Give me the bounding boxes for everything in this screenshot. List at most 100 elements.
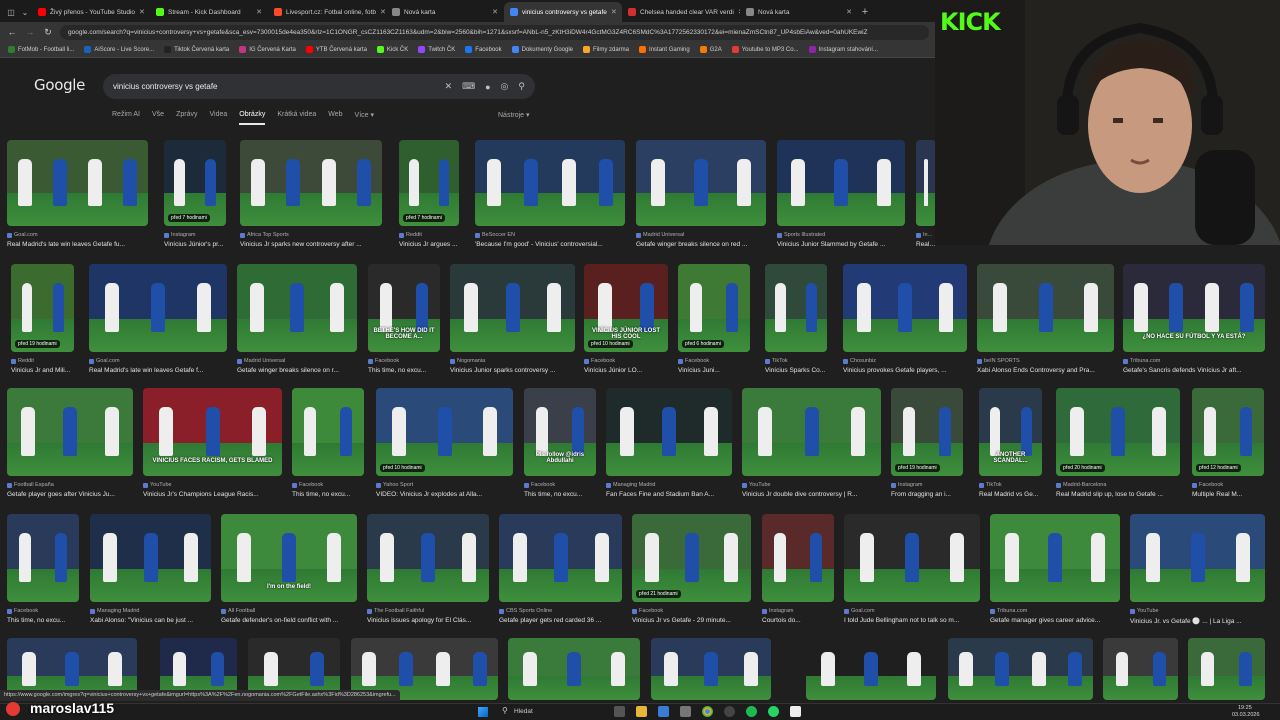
- result-source[interactable]: Madrid Universal: [237, 358, 357, 364]
- bookmark-item[interactable]: Instant Gaming: [639, 46, 690, 53]
- result-caption[interactable]: Vinícius Júnior's pr...: [164, 241, 226, 248]
- image-thumbnail[interactable]: [367, 514, 489, 602]
- image-thumbnail[interactable]: [777, 140, 905, 226]
- bookmark-item[interactable]: Youtube to MP3 Co...: [731, 46, 799, 53]
- result-source[interactable]: Yahoo Sport: [376, 482, 513, 488]
- result-source[interactable]: BeSoccer EN: [475, 232, 625, 238]
- tab-actions-icon[interactable]: ◫: [4, 2, 18, 22]
- bookmark-item[interactable]: Instagram stahování...: [808, 46, 878, 53]
- obs-icon[interactable]: [724, 706, 735, 717]
- result-source[interactable]: Instagram: [762, 608, 834, 614]
- settings-icon[interactable]: [680, 706, 691, 717]
- result-caption[interactable]: Getafe defender's on-field conflict with…: [221, 617, 357, 624]
- result-caption[interactable]: This time, no excu...: [524, 491, 596, 498]
- result-source[interactable]: YouTube: [1130, 608, 1265, 614]
- result-caption[interactable]: Vinicius Jr argues ...: [399, 241, 459, 248]
- result-source[interactable]: Africa Top Sports: [240, 232, 382, 238]
- result-source[interactable]: Nogomania: [450, 358, 575, 364]
- result-source[interactable]: Reddit: [399, 232, 459, 238]
- search-tab[interactable]: Obrázky: [239, 111, 266, 125]
- image-thumbnail[interactable]: před 21 hodinami: [632, 514, 751, 602]
- result-source[interactable]: Chosunbiz: [843, 358, 967, 364]
- search-tab[interactable]: Režim AI: [112, 111, 140, 125]
- result-caption[interactable]: Real Madrid slip up, lose to Getafe ...: [1056, 491, 1180, 498]
- result-source[interactable]: Goal.com: [7, 232, 148, 238]
- search-tab[interactable]: Videa: [209, 111, 227, 125]
- windows-start-icon[interactable]: [478, 707, 488, 717]
- tab-close-icon[interactable]: ✕: [611, 8, 617, 16]
- result-caption[interactable]: This time, no excu...: [368, 367, 440, 374]
- browser-tab[interactable]: Nová karta ✕: [740, 2, 858, 22]
- keyboard-icon[interactable]: ⌨: [462, 81, 475, 92]
- image-thumbnail[interactable]: před 7 hodinami: [164, 140, 226, 226]
- google-logo[interactable]: Google: [34, 76, 85, 94]
- result-caption[interactable]: VIDEO: Vinicius Jr explodes at Alla...: [376, 491, 513, 498]
- browser-tab[interactable]: vinicius controversy vs getafe ✕: [504, 2, 622, 22]
- browser-tab[interactable]: Nová karta ✕: [386, 2, 504, 22]
- result-caption[interactable]: This time, no excu...: [292, 491, 364, 498]
- result-caption[interactable]: Multiple Real M...: [1192, 491, 1264, 498]
- result-source[interactable]: CBS Sports Online: [499, 608, 622, 614]
- image-thumbnail[interactable]: [475, 140, 625, 226]
- whatsapp-icon[interactable]: [768, 706, 779, 717]
- image-thumbnail[interactable]: [606, 388, 732, 476]
- image-thumbnail[interactable]: VINÍCIUS JÚNIOR LOST HIS COOL před 10 hod…: [584, 264, 668, 352]
- taskbar-time[interactable]: 19:25: [1238, 705, 1252, 711]
- image-thumbnail[interactable]: [844, 514, 980, 602]
- image-thumbnail[interactable]: ¿NO HACE SU FÚTBOL Y YA ESTÁ?: [1123, 264, 1265, 352]
- task-view-icon[interactable]: [614, 706, 625, 717]
- result-caption[interactable]: Vinicius Jr double dive controversy | R.…: [742, 491, 881, 498]
- image-thumbnail[interactable]: [240, 140, 382, 226]
- microphone-icon[interactable]: ●: [485, 82, 490, 92]
- image-thumbnail[interactable]: před 6 hodinami: [678, 264, 750, 352]
- browser-tab[interactable]: Živý přenos - YouTube Studio ✕: [32, 2, 150, 22]
- image-thumbnail[interactable]: BETHE'S HOW DID IT BECOME A...: [368, 264, 440, 352]
- image-thumbnail[interactable]: [89, 264, 227, 352]
- result-source[interactable]: beIN SPORTS: [977, 358, 1114, 364]
- image-thumbnail[interactable]: před 7 hodinami: [399, 140, 459, 226]
- result-caption[interactable]: Getafe winger breaks silence on r...: [237, 367, 357, 374]
- capcut-icon[interactable]: [790, 706, 801, 717]
- store-icon[interactable]: [658, 706, 669, 717]
- bookmark-item[interactable]: YTB Červená karta: [305, 46, 367, 53]
- browser-tab[interactable]: Livesport.cz: Fotbal online, fotb ✕: [268, 2, 386, 22]
- bookmark-item[interactable]: FotMob - Football li...: [8, 46, 74, 53]
- file-explorer-icon[interactable]: [636, 706, 647, 717]
- image-thumbnail[interactable]: [7, 140, 148, 226]
- image-thumbnail[interactable]: [499, 514, 622, 602]
- image-thumbnail[interactable]: [1103, 638, 1178, 700]
- image-thumbnail[interactable]: ANOTHER SCANDAL...: [979, 388, 1042, 476]
- result-source[interactable]: Facebook: [7, 608, 79, 614]
- bookmark-item[interactable]: Facebook: [465, 46, 502, 53]
- image-thumbnail[interactable]: [765, 264, 827, 352]
- result-source[interactable]: In...: [916, 232, 936, 238]
- result-caption[interactable]: Vinícius Sparks Co...: [765, 367, 827, 374]
- image-thumbnail[interactable]: [7, 388, 133, 476]
- result-caption[interactable]: Vinicius provokes Getafe players, ...: [843, 367, 967, 374]
- result-caption[interactable]: Fan Faces Fine and Stadium Ban A...: [606, 491, 732, 498]
- result-caption[interactable]: Vinicius Junior Slammed by Getafe ...: [777, 241, 905, 248]
- result-caption[interactable]: Vinicius Jr sparks new controversy after…: [240, 241, 382, 248]
- image-thumbnail[interactable]: [990, 514, 1120, 602]
- result-caption[interactable]: 'Because I'm good' - Vinicius' controver…: [475, 241, 625, 248]
- result-caption[interactable]: Vinícius Júnior LO...: [584, 367, 668, 374]
- search-tab[interactable]: Krátká videa: [277, 111, 316, 125]
- result-source[interactable]: Tribuna.com: [990, 608, 1120, 614]
- result-caption[interactable]: Vinicius Jr. vs Getafe ⚪ ... | La Liga .…: [1130, 617, 1265, 625]
- image-thumbnail[interactable]: [292, 388, 364, 476]
- result-caption[interactable]: Real Madrid's late win leaves Getafe fu.…: [7, 241, 148, 248]
- image-thumbnail[interactable]: [651, 638, 771, 700]
- result-caption[interactable]: Real Madrid vs Ge...: [979, 491, 1042, 498]
- tab-close-icon[interactable]: ✕: [256, 8, 262, 16]
- image-thumbnail[interactable]: [636, 140, 766, 226]
- result-source[interactable]: Goal.com: [89, 358, 227, 364]
- tools-button[interactable]: Nástroje ▾: [498, 111, 530, 119]
- image-thumbnail[interactable]: [450, 264, 575, 352]
- search-tab[interactable]: Více ▾: [355, 111, 374, 125]
- result-caption[interactable]: Real Madrid's Vinicius Jr. accused of di…: [916, 241, 936, 248]
- bookmark-item[interactable]: Tiktok Červená karta: [164, 46, 229, 53]
- taskbar-date[interactable]: 03.03.2026: [1232, 712, 1260, 718]
- result-source[interactable]: Madrid-Barcelona: [1056, 482, 1180, 488]
- bookmark-item[interactable]: Dokumenty Google: [511, 46, 573, 53]
- result-source[interactable]: Facebook: [584, 358, 668, 364]
